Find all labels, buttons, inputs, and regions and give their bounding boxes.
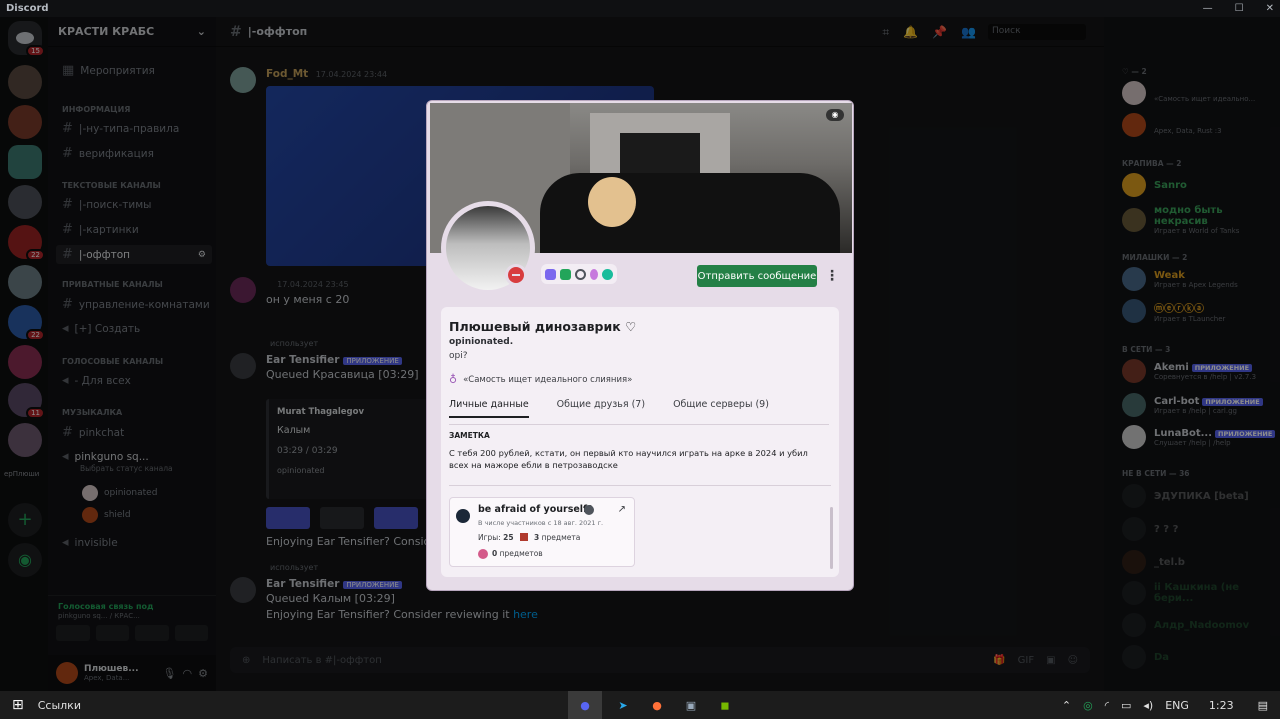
window-title: Discord bbox=[6, 3, 49, 14]
profile-username: opinionated. bbox=[449, 337, 514, 347]
inventory-icon bbox=[478, 549, 488, 559]
custom-status: ♁ «Самость ищет идеального слияния» bbox=[449, 373, 632, 386]
dota-icon bbox=[520, 533, 528, 541]
profile-tabs: Личные данные Общие друзья (7) Общие сер… bbox=[449, 399, 769, 418]
chevron-up-icon[interactable]: ⌃ bbox=[1062, 699, 1071, 712]
nvidia-taskbar-icon[interactable]: ◼ bbox=[712, 699, 738, 712]
dnd-status-icon bbox=[505, 264, 527, 286]
maximize-icon[interactable]: ☐ bbox=[1235, 3, 1244, 14]
telegram-taskbar-icon[interactable]: ➤ bbox=[610, 699, 636, 712]
nitro-badge-icon[interactable] bbox=[545, 268, 556, 280]
items-count: 3 bbox=[534, 533, 540, 542]
tab-mutual-friends[interactable]: Общие друзья (7) bbox=[557, 399, 645, 418]
inventory-label: предметов bbox=[499, 549, 543, 558]
note-heading: ЗАМЕТКА bbox=[449, 431, 490, 440]
notifications-icon[interactable]: ▤ bbox=[1258, 699, 1268, 712]
windows-taskbar: ⊞ Ссылки ● ➤ ● ▣ ◼ ⌃ ◎ ◜ ▭ ◂) ENG 1:23 ▤ bbox=[0, 691, 1280, 719]
banner-figure bbox=[540, 173, 840, 253]
profile-popout: ◉ Отправить сообщение ⋮ Плюшевый динозав… bbox=[426, 100, 854, 591]
profile-display-name: Плюшевый динозаврик ♡ bbox=[449, 319, 637, 334]
steam-icon bbox=[456, 509, 470, 523]
developer-badge-icon[interactable] bbox=[560, 268, 571, 280]
steam-name: be afraid of yourself? bbox=[478, 504, 593, 515]
note-text[interactable]: С тебя 200 рублей, кстати, он первый кто… bbox=[449, 447, 829, 471]
windows-start-icon[interactable]: ⊞ bbox=[12, 697, 24, 713]
steam-member-since: В числе участников с 18 авг. 2021 г. bbox=[478, 519, 604, 527]
hashtag-badge-icon[interactable] bbox=[602, 268, 613, 280]
external-link-icon[interactable]: ↗ bbox=[618, 504, 626, 515]
status-emoji-icon: ♁ bbox=[449, 373, 458, 386]
steam-connection[interactable]: be afraid of yourself? ↗ В числе участни… bbox=[449, 497, 635, 567]
tray-app-icon[interactable]: ◎ bbox=[1083, 699, 1093, 712]
steam-inventory: 0 предметов bbox=[492, 549, 543, 558]
language-indicator[interactable]: ENG bbox=[1165, 699, 1189, 712]
boost-badge-icon[interactable] bbox=[590, 268, 598, 280]
wifi-icon[interactable]: ◜ bbox=[1105, 699, 1109, 712]
clock[interactable]: 1:23 bbox=[1209, 699, 1234, 712]
scrollbar[interactable] bbox=[830, 507, 833, 569]
profile-badges bbox=[541, 264, 617, 284]
verified-icon bbox=[584, 505, 594, 515]
quest-badge-icon[interactable] bbox=[575, 268, 586, 280]
games-count: 25 bbox=[503, 533, 514, 542]
tab-personal[interactable]: Личные данные bbox=[449, 399, 529, 418]
profile-card: Плюшевый динозаврик ♡ opinionated. opi? … bbox=[441, 307, 839, 577]
window-titlebar: Discord — ☐ ✕ bbox=[0, 0, 1280, 17]
eye-icon[interactable]: ◉ bbox=[826, 109, 844, 121]
divider bbox=[449, 485, 831, 486]
games-label: Игры: bbox=[478, 533, 501, 542]
steam-games: Игры: 25 bbox=[478, 533, 514, 542]
more-options-icon[interactable]: ⋮ bbox=[825, 265, 839, 287]
close-icon[interactable]: ✕ bbox=[1266, 3, 1274, 14]
custom-status-text: «Самость ищет идеального слияния» bbox=[463, 374, 633, 385]
banner-figure-head bbox=[588, 177, 636, 227]
divider bbox=[449, 424, 829, 425]
firefox-taskbar-icon[interactable]: ● bbox=[644, 699, 670, 712]
steam-items: 3 предмета bbox=[534, 533, 580, 542]
discord-taskbar-icon[interactable]: ● bbox=[568, 691, 602, 719]
send-message-button[interactable]: Отправить сообщение bbox=[697, 265, 817, 287]
tab-mutual-servers[interactable]: Общие серверы (9) bbox=[673, 399, 769, 418]
minimize-icon[interactable]: — bbox=[1203, 3, 1213, 14]
battery-icon[interactable]: ▭ bbox=[1121, 699, 1131, 712]
taskbar-links[interactable]: Ссылки bbox=[38, 699, 81, 712]
volume-icon[interactable]: ◂) bbox=[1143, 699, 1153, 712]
inventory-count: 0 bbox=[492, 549, 498, 558]
photos-taskbar-icon[interactable]: ▣ bbox=[678, 699, 704, 712]
profile-pronouns: opi? bbox=[449, 351, 468, 361]
items-label: предмета bbox=[541, 533, 581, 542]
